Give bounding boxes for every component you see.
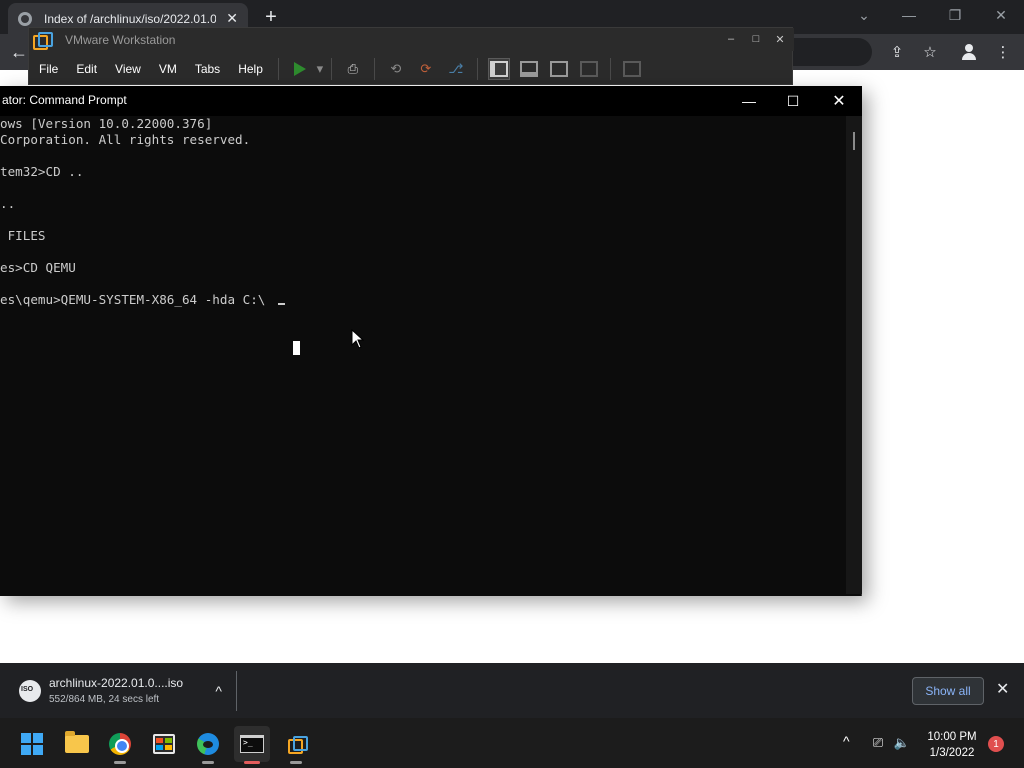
terminal-line: Corporation. All rights reserved. xyxy=(0,132,251,147)
console-view-icon[interactable] xyxy=(621,58,643,80)
tray-overflow-chevron-icon[interactable]: ^ xyxy=(843,733,850,749)
clock[interactable]: 10:00 PM 1/3/2022 xyxy=(920,729,984,761)
download-bar: archlinux-2022.01.0....iso 552/864 MB, 2… xyxy=(0,663,1024,718)
show-library-icon[interactable] xyxy=(487,58,510,80)
menu-edit[interactable]: Edit xyxy=(67,57,106,81)
taskbar-file-explorer[interactable] xyxy=(59,726,95,762)
address-bar[interactable] xyxy=(792,38,872,66)
vmware-titlebar: VMware Workstation xyxy=(29,28,794,51)
download-item[interactable]: archlinux-2022.01.0....iso 552/864 MB, 2… xyxy=(0,663,236,718)
taskbar-vmware[interactable] xyxy=(278,726,314,764)
snapshot-manager-icon[interactable]: ⎇ xyxy=(445,58,467,80)
vmware-menubar: File Edit View VM Tabs Help ▾ ⎙ ⟲ ⟳ ⎇ xyxy=(29,53,794,85)
download-divider xyxy=(236,671,237,711)
windows-icon xyxy=(21,733,43,755)
menu-file[interactable]: File xyxy=(30,57,67,81)
share-icon[interactable]: ⇪ xyxy=(886,42,908,62)
vmware-maximize-button[interactable]: □ xyxy=(746,30,766,48)
vmware-title: VMware Workstation xyxy=(65,32,176,47)
network-icon[interactable]: ⎚ xyxy=(869,735,887,751)
power-on-icon[interactable] xyxy=(289,58,311,80)
unity-icon[interactable] xyxy=(578,58,600,80)
tab-search-icon[interactable]: ⌄ xyxy=(850,4,878,26)
running-indicator xyxy=(114,761,126,764)
vmware-minimize-button[interactable]: – xyxy=(721,30,741,48)
cmd-titlebar: ator: Command Prompt — ☐ ✕ xyxy=(0,86,862,116)
revert-snapshot-icon[interactable]: ⟳ xyxy=(415,58,437,80)
menu-help[interactable]: Help xyxy=(229,57,272,81)
cmd-close-button[interactable]: ✕ xyxy=(819,89,859,113)
text-cursor xyxy=(278,303,285,305)
show-all-button[interactable]: Show all xyxy=(912,677,984,705)
menu-tabs[interactable]: Tabs xyxy=(186,57,229,81)
full-screen-icon[interactable] xyxy=(548,58,570,80)
tab-title: Index of /archlinux/iso/2022.01.0 xyxy=(44,11,216,26)
terminal-line: es\qemu>QEMU-SYSTEM-X86_64 -hda C:\ xyxy=(0,292,266,307)
menu-view[interactable]: View xyxy=(106,57,150,81)
terminal-output[interactable]: ows [Version 10.0.22000.376] Corporation… xyxy=(0,116,846,594)
taskbar-chrome[interactable] xyxy=(102,726,138,764)
notification-badge[interactable]: 1 xyxy=(988,736,1004,752)
folder-icon xyxy=(65,731,89,753)
tab-close-icon[interactable]: ✕ xyxy=(226,10,238,27)
disc-image-icon xyxy=(19,679,41,702)
toolbar-divider xyxy=(330,58,332,80)
chevron-up-icon[interactable]: ^ xyxy=(215,683,222,699)
store-icon xyxy=(153,734,175,754)
profile-avatar-icon[interactable] xyxy=(958,42,980,62)
thumbnail-bar-icon[interactable] xyxy=(518,58,540,80)
terminal-line: tem32>CD .. xyxy=(0,164,84,179)
scroll-thumb[interactable] xyxy=(853,132,855,150)
clock-time: 10:00 PM xyxy=(927,731,977,743)
power-dropdown-icon[interactable]: ▾ xyxy=(315,58,325,80)
menu-vm[interactable]: VM xyxy=(150,57,186,81)
volume-icon[interactable]: 🔈 xyxy=(893,735,911,751)
running-indicator xyxy=(244,761,260,764)
running-indicator xyxy=(290,761,302,764)
bookmark-star-icon[interactable]: ☆ xyxy=(919,42,941,62)
back-icon[interactable]: ← xyxy=(10,42,28,63)
mouse-pointer-icon xyxy=(351,329,365,349)
browser-close-button[interactable]: ✕ xyxy=(987,4,1015,26)
vmware-close-button[interactable]: ✕ xyxy=(770,30,790,48)
browser-minimize-button[interactable]: — xyxy=(895,4,923,26)
toolbar-divider xyxy=(609,58,611,80)
command-prompt-window: ator: Command Prompt — ☐ ✕ ows [Version … xyxy=(0,86,862,596)
cmd-minimize-button[interactable]: — xyxy=(729,89,769,113)
running-indicator xyxy=(202,761,214,764)
clock-date: 1/3/2022 xyxy=(929,747,975,759)
vmware-window: VMware Workstation – □ ✕ File Edit View … xyxy=(28,27,794,85)
edge-icon xyxy=(197,733,219,755)
terminal-line: ows [Version 10.0.22000.376] xyxy=(0,116,213,131)
toolbar-divider xyxy=(277,58,279,80)
taskbar-edge[interactable] xyxy=(190,726,226,764)
toolbar-divider xyxy=(476,58,478,80)
download-bar-close-icon[interactable]: ✕ xyxy=(996,679,1009,699)
terminal-icon xyxy=(240,735,264,753)
start-button[interactable] xyxy=(14,726,50,762)
snapshot-icon[interactable]: ⟲ xyxy=(385,58,407,80)
toolbar-divider xyxy=(373,58,375,80)
cmd-maximize-button[interactable]: ☐ xyxy=(773,89,813,113)
browser-menu-icon[interactable]: ⋮ xyxy=(992,42,1014,62)
block-cursor xyxy=(293,341,300,355)
vmware-logo-icon xyxy=(33,31,53,50)
download-file-name: archlinux-2022.01.0....iso xyxy=(49,676,184,690)
taskbar-command-prompt[interactable] xyxy=(234,726,270,764)
download-status: 552/864 MB, 24 secs left xyxy=(49,694,160,705)
terminal-line: FILES xyxy=(0,228,46,243)
browser-restore-button[interactable]: ❐ xyxy=(941,4,969,26)
send-ctrl-alt-del-icon[interactable]: ⎙ xyxy=(342,58,364,80)
chrome-icon xyxy=(109,733,131,755)
globe-icon xyxy=(18,11,32,26)
cmd-scrollbar[interactable] xyxy=(846,116,862,594)
terminal-line: .. xyxy=(0,196,16,211)
cmd-title: ator: Command Prompt xyxy=(2,93,127,107)
taskbar-store[interactable] xyxy=(146,726,182,762)
terminal-line: es>CD QEMU xyxy=(0,260,76,275)
vmware-icon xyxy=(288,736,308,754)
